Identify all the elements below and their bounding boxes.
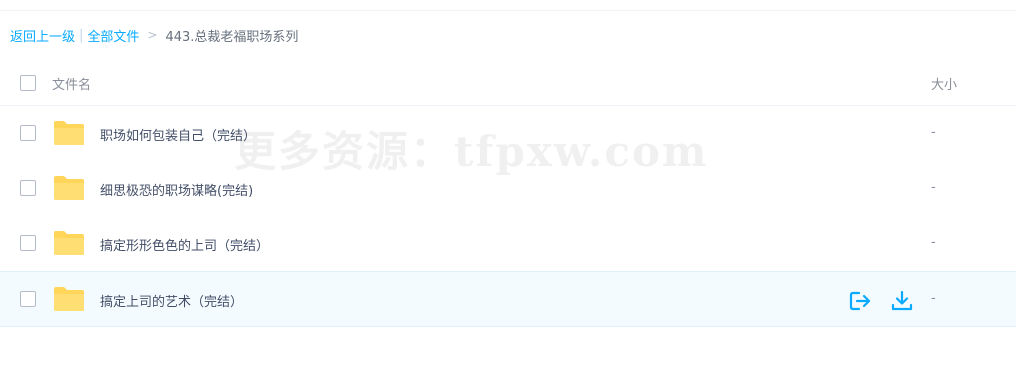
file-row[interactable]: 职场如何包装自己（完结） -	[0, 106, 1016, 162]
folder-icon	[54, 176, 84, 200]
breadcrumb-separator: |	[79, 27, 84, 43]
row-checkbox[interactable]	[20, 125, 36, 141]
folder-icon	[54, 121, 84, 145]
share-icon[interactable]	[848, 290, 872, 312]
all-files-link[interactable]: 全部文件	[87, 26, 139, 45]
file-browser: 返回上一级 | 全部文件 > 443.总裁老福职场系列 文件名 大小 职场如何包…	[0, 0, 1016, 370]
current-folder-label: 443.总裁老福职场系列	[165, 29, 299, 45]
file-row[interactable]: 搞定上司的艺术（完结） -	[0, 271, 1016, 327]
row-checkbox[interactable]	[20, 180, 36, 196]
column-header-size[interactable]: 大小	[931, 74, 957, 93]
top-divider	[0, 10, 1016, 11]
file-size: -	[931, 125, 936, 140]
row-checkbox[interactable]	[20, 235, 36, 251]
file-name[interactable]: 职场如何包装自己（完结）	[100, 125, 256, 144]
file-row[interactable]: 搞定形形色色的上司（完结） -	[0, 216, 1016, 272]
folder-icon	[54, 287, 84, 311]
table-header: 文件名 大小	[0, 61, 1016, 106]
column-header-name[interactable]: 文件名	[52, 74, 91, 93]
back-link[interactable]: 返回上一级	[10, 26, 75, 45]
file-size: -	[931, 291, 936, 306]
file-name[interactable]: 搞定上司的艺术（完结）	[100, 291, 243, 310]
breadcrumb-arrow: >	[147, 28, 158, 42]
select-all-checkbox[interactable]	[20, 75, 36, 91]
file-row[interactable]: 细思极恐的职场谋略(完结) -	[0, 161, 1016, 217]
download-icon[interactable]	[890, 290, 914, 312]
breadcrumb: 返回上一级 | 全部文件 > 443.总裁老福职场系列	[10, 26, 299, 45]
file-name[interactable]: 搞定形形色色的上司（完结）	[100, 235, 269, 254]
file-size: -	[931, 180, 936, 195]
row-actions	[848, 290, 914, 312]
row-checkbox[interactable]	[20, 291, 36, 307]
file-size: -	[931, 235, 936, 250]
file-name[interactable]: 细思极恐的职场谋略(完结)	[100, 180, 253, 199]
folder-icon	[54, 231, 84, 255]
